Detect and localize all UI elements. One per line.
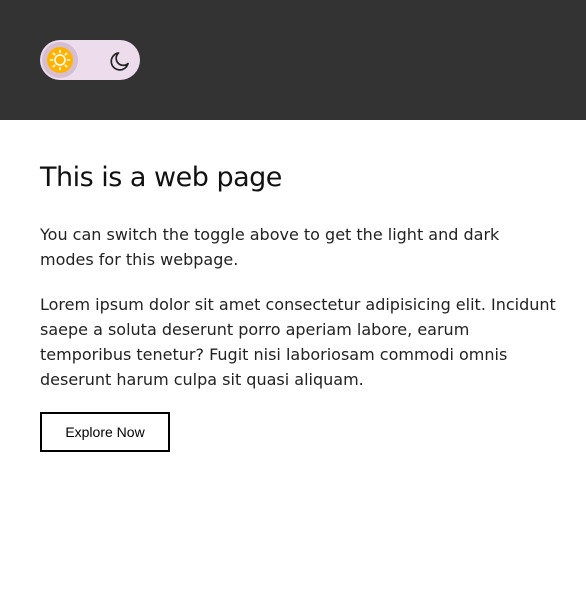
explore-now-button[interactable]: Explore Now bbox=[40, 412, 170, 452]
page: This is a web page You can switch the to… bbox=[0, 0, 586, 599]
body-paragraph: Lorem ipsum dolor sit amet consectetur a… bbox=[40, 295, 556, 389]
intro-paragraph: You can switch the toggle above to get t… bbox=[40, 225, 500, 269]
moon-icon bbox=[110, 52, 129, 71]
theme-toggle[interactable] bbox=[40, 40, 140, 80]
sun-icon bbox=[47, 47, 73, 73]
page-title: This is a web page bbox=[40, 162, 282, 193]
header bbox=[0, 0, 586, 120]
